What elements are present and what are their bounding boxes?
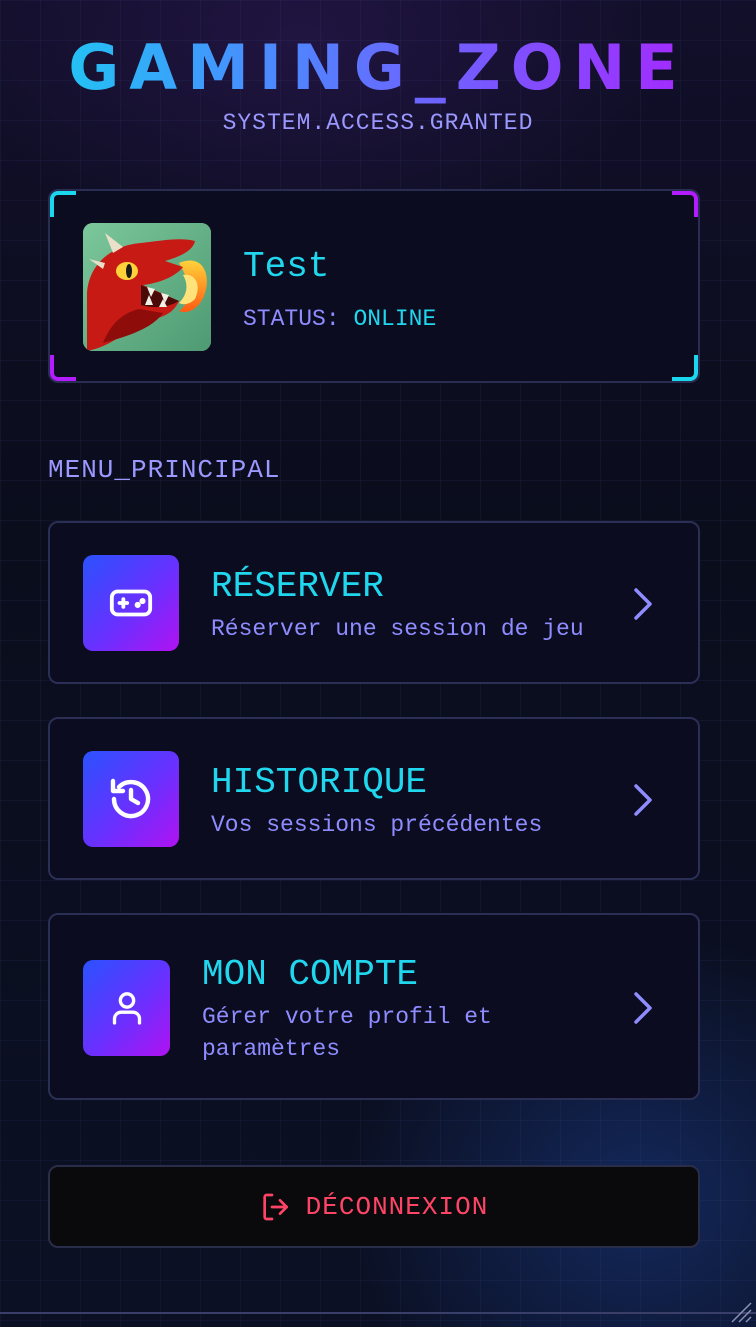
- corner-accent-top-left: [50, 191, 76, 217]
- dragon-avatar-icon: [83, 223, 211, 351]
- username: Test: [243, 246, 330, 287]
- status-label: STATUS:: [243, 306, 340, 332]
- logout-icon: [263, 1193, 288, 1220]
- corner-accent-bottom-left: [50, 355, 76, 381]
- chevron-right-icon: [634, 784, 652, 816]
- chevron-right-icon: [634, 992, 652, 1024]
- app-title: GAMING_ZONE: [0, 32, 756, 104]
- menu-item-description: Gérer votre profil et paramètres: [202, 1004, 492, 1062]
- status-badge: ONLINE: [353, 306, 437, 332]
- bottom-divider: [0, 1312, 756, 1314]
- avatar: [83, 223, 211, 351]
- resize-grip-icon[interactable]: [730, 1301, 752, 1323]
- corner-accent-bottom-right: [672, 355, 698, 381]
- menu-icon-tile: [83, 960, 170, 1056]
- menu-item-reserver[interactable]: RÉSERVER Réserver une session de jeu: [48, 521, 700, 684]
- menu-item-historique[interactable]: HISTORIQUE Vos sessions précédentes: [48, 717, 700, 880]
- section-label-menu: MENU_PRINCIPAL: [48, 455, 281, 485]
- menu-item-title: RÉSERVER: [211, 566, 384, 607]
- app-screen: GAMING_ZONE SYSTEM.ACCESS.GRANTED Test S…: [0, 0, 756, 1327]
- corner-accent-top-right: [672, 191, 698, 217]
- profile-card: Test STATUS: ONLINE: [48, 189, 700, 383]
- gamepad-icon: [109, 589, 153, 617]
- menu-icon-tile: [83, 751, 179, 847]
- status-line: STATUS: ONLINE: [243, 305, 436, 333]
- menu-item-description: Réserver une session de jeu: [211, 616, 584, 642]
- menu-icon-tile: [83, 555, 179, 651]
- menu-item-title: MON COMPTE: [202, 954, 419, 995]
- menu-item-mon-compte[interactable]: MON COMPTE Gérer votre profil et paramèt…: [48, 913, 700, 1100]
- chevron-right-icon: [634, 588, 652, 620]
- logout-label: DÉCONNEXION: [305, 1191, 489, 1222]
- logout-button[interactable]: DÉCONNEXION: [48, 1165, 700, 1248]
- user-icon: [112, 992, 141, 1025]
- app-subtitle: SYSTEM.ACCESS.GRANTED: [222, 110, 534, 136]
- menu-item-description: Vos sessions précédentes: [211, 812, 543, 838]
- menu-item-title: HISTORIQUE: [211, 762, 428, 803]
- history-icon: [110, 778, 151, 819]
